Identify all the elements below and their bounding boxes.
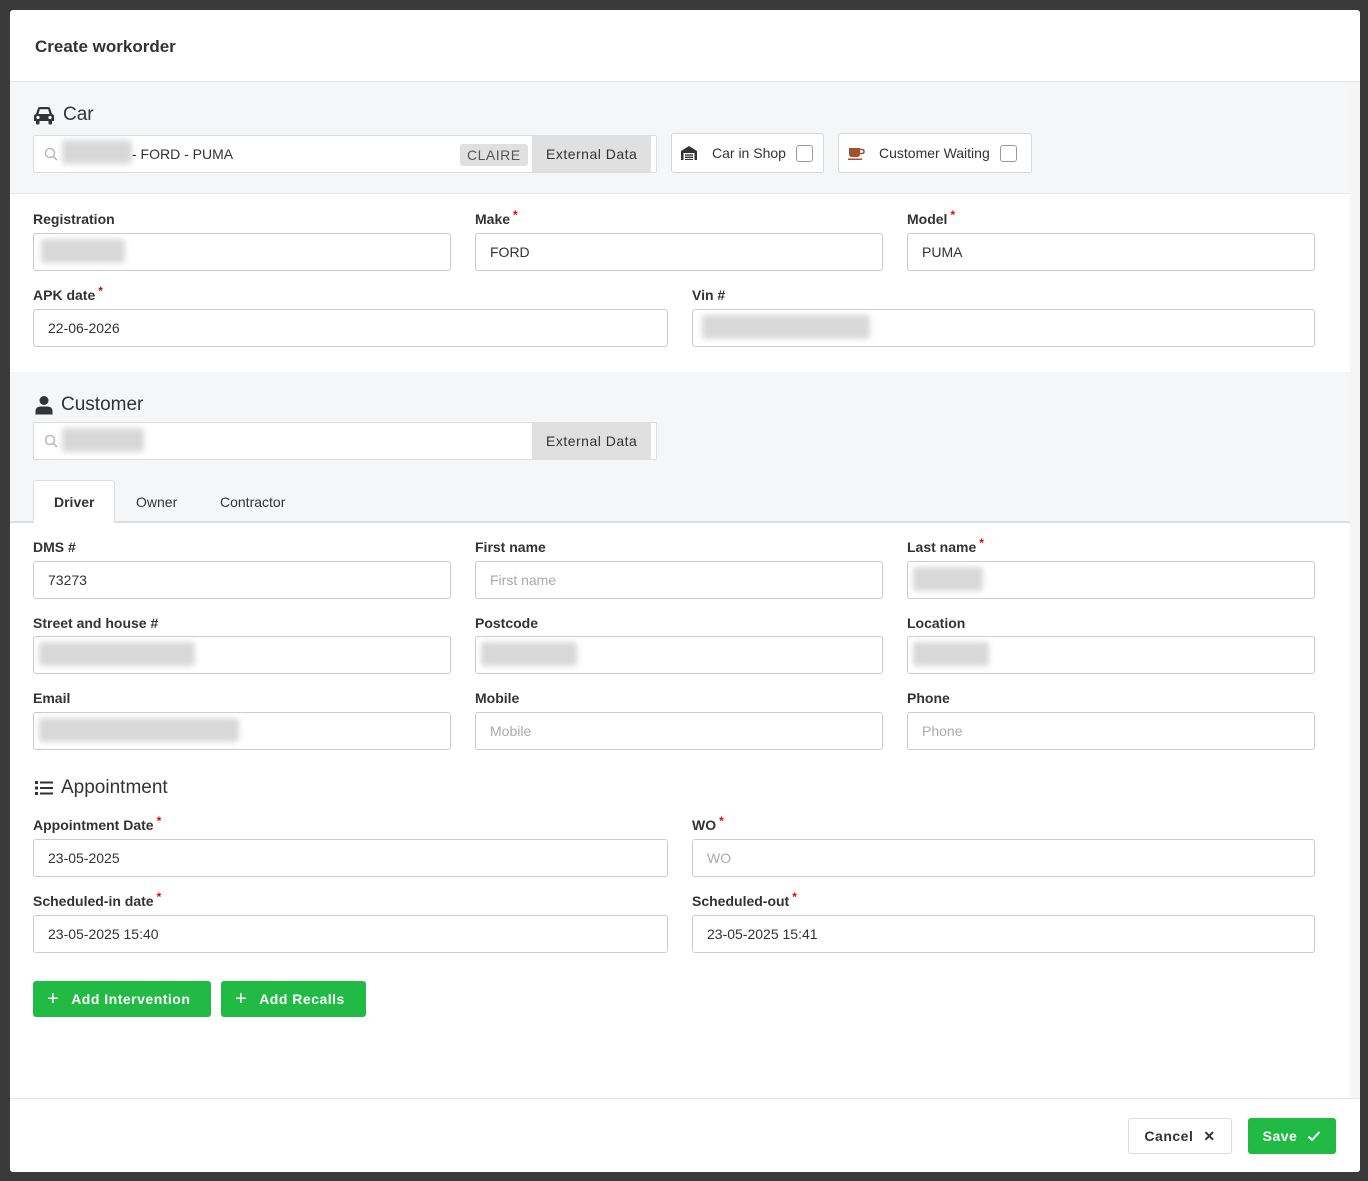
appointment-section-title: Appointment bbox=[35, 777, 168, 799]
email-label: Email bbox=[33, 690, 71, 706]
registration-label: Registration bbox=[33, 211, 115, 227]
owner-tag: CLAIRE bbox=[460, 144, 528, 166]
tab-driver[interactable]: Driver bbox=[33, 480, 116, 523]
last-name-label: Last name * bbox=[907, 536, 984, 555]
make-input[interactable] bbox=[475, 233, 883, 271]
dms-input[interactable] bbox=[33, 561, 451, 599]
plus-icon: + bbox=[47, 988, 60, 1010]
search-icon bbox=[44, 147, 58, 161]
list-icon bbox=[35, 781, 53, 795]
plus-icon: + bbox=[235, 988, 248, 1010]
last-name-field-wrap bbox=[907, 561, 1315, 599]
modal-footer: Cancel ✕ Save bbox=[10, 1098, 1360, 1172]
car-section: Car - FORD - PUMA CLAIRE External Data C… bbox=[10, 82, 1350, 194]
redacted-street bbox=[39, 642, 195, 666]
wo-label: WO * bbox=[692, 814, 724, 833]
vin-field-wrap bbox=[692, 309, 1315, 347]
scheduled-in-label: Scheduled-in date * bbox=[33, 890, 162, 909]
save-button[interactable]: Save bbox=[1248, 1118, 1336, 1154]
car-in-shop-checkbox[interactable] bbox=[795, 144, 813, 162]
car-search-value: - FORD - PUMA bbox=[132, 146, 234, 162]
modal-header: Create workorder bbox=[10, 10, 1360, 82]
redacted-customer bbox=[62, 428, 144, 452]
phone-label: Phone bbox=[907, 690, 950, 706]
cancel-label: Cancel bbox=[1144, 1128, 1194, 1144]
model-input[interactable] bbox=[907, 233, 1315, 271]
make-label: Make * bbox=[475, 208, 518, 227]
backdrop bbox=[1360, 0, 1368, 1181]
car-in-shop-label: Car in Shop bbox=[712, 145, 786, 161]
tab-contractor[interactable]: Contractor bbox=[200, 480, 305, 523]
car-in-shop-toggle[interactable]: Car in Shop bbox=[671, 133, 824, 173]
mobile-input[interactable] bbox=[475, 712, 883, 750]
scheduled-in-input[interactable] bbox=[33, 915, 668, 953]
modal-scrollbar[interactable] bbox=[1350, 82, 1360, 1098]
redacted-vin bbox=[702, 315, 870, 339]
vin-label: Vin # bbox=[692, 287, 726, 303]
apk-date-label: APK date * bbox=[33, 284, 103, 303]
customer-section-title: Customer bbox=[35, 394, 143, 416]
postcode-label: Postcode bbox=[475, 615, 539, 631]
car-search[interactable]: - FORD - PUMA CLAIRE External Data bbox=[33, 135, 657, 173]
scheduled-out-input[interactable] bbox=[692, 915, 1315, 953]
customer-waiting-label: Customer Waiting bbox=[879, 145, 990, 161]
tabs-divider bbox=[10, 522, 1350, 523]
garage-icon bbox=[681, 146, 697, 160]
appointment-date-label: Appointment Date * bbox=[33, 814, 162, 833]
car-external-data-button[interactable]: External Data bbox=[532, 135, 652, 173]
street-field-wrap bbox=[33, 636, 451, 674]
redacted-last-name bbox=[913, 567, 983, 591]
customer-search[interactable]: External Data bbox=[33, 422, 657, 460]
modal-title: Create workorder bbox=[35, 37, 176, 56]
car-section-title: Car bbox=[33, 104, 94, 126]
tab-owner[interactable]: Owner bbox=[116, 480, 197, 523]
location-field-wrap bbox=[907, 636, 1315, 674]
dms-label: DMS # bbox=[33, 539, 76, 555]
customer-external-data-button[interactable]: External Data bbox=[532, 422, 652, 460]
add-intervention-button[interactable]: + Add Intervention bbox=[33, 981, 211, 1017]
user-icon bbox=[35, 396, 53, 415]
search-icon bbox=[44, 434, 58, 448]
create-workorder-modal: Create workorder Car - FORD - PUMA CLAIR… bbox=[10, 10, 1360, 1172]
customer-section-label: Customer bbox=[61, 394, 144, 415]
redacted-postcode bbox=[481, 642, 577, 666]
add-recalls-button[interactable]: + Add Recalls bbox=[221, 981, 366, 1017]
redacted-location bbox=[913, 642, 989, 666]
customer-waiting-checkbox[interactable] bbox=[999, 144, 1017, 162]
car-section-label: Car bbox=[63, 104, 94, 125]
add-recalls-label: Add Recalls bbox=[259, 991, 345, 1007]
close-icon: ✕ bbox=[1203, 1127, 1216, 1144]
first-name-label: First name bbox=[475, 539, 546, 555]
first-name-input[interactable] bbox=[475, 561, 883, 599]
redacted-email bbox=[39, 718, 239, 742]
scheduled-out-label: Scheduled-out * bbox=[692, 890, 797, 909]
save-label: Save bbox=[1262, 1128, 1298, 1144]
redacted-plate bbox=[62, 140, 132, 164]
wo-input[interactable] bbox=[692, 839, 1315, 877]
coffee-icon bbox=[848, 148, 865, 160]
checkmark-icon bbox=[1308, 1131, 1321, 1142]
cancel-button[interactable]: Cancel ✕ bbox=[1128, 1118, 1232, 1154]
postcode-field-wrap bbox=[475, 636, 883, 674]
email-field-wrap bbox=[33, 712, 451, 750]
customer-waiting-toggle[interactable]: Customer Waiting bbox=[838, 133, 1032, 173]
add-intervention-label: Add Intervention bbox=[71, 991, 191, 1007]
redacted-registration bbox=[41, 239, 125, 263]
car-icon bbox=[34, 107, 54, 125]
mobile-label: Mobile bbox=[475, 690, 520, 706]
phone-input[interactable] bbox=[907, 712, 1315, 750]
appointment-section-label: Appointment bbox=[61, 777, 168, 798]
location-label: Location bbox=[907, 615, 966, 631]
appointment-date-input[interactable] bbox=[33, 839, 668, 877]
apk-date-input[interactable] bbox=[33, 309, 668, 347]
model-label: Model * bbox=[907, 208, 956, 227]
registration-field-wrap bbox=[33, 233, 451, 271]
street-label: Street and house # bbox=[33, 615, 159, 631]
